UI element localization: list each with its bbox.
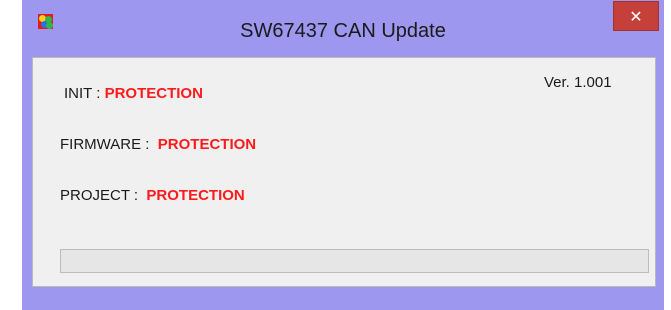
client-area: Ver. 1.001 INIT : PROTECTION FIRMWARE : … [32, 57, 656, 287]
close-button[interactable]: ✕ [613, 1, 659, 31]
init-value: PROTECTION [104, 85, 203, 102]
firmware-value: PROTECTION [157, 136, 257, 153]
update-progress-bar [60, 249, 649, 273]
project-label: PROJECT : [60, 187, 143, 204]
firmware-status: FIRMWARE : PROTECTION [60, 136, 256, 153]
close-icon: ✕ [629, 6, 643, 26]
project-status: PROJECT : PROTECTION [60, 187, 245, 204]
update-window: SW67437 CAN Update ✕ Ver. 1.001 INIT : P… [22, 0, 664, 310]
version-label: Ver. 1.001 [544, 74, 612, 91]
init-label: INIT : [64, 85, 105, 102]
init-status: INIT : PROTECTION [64, 85, 203, 102]
window-title: SW67437 CAN Update [240, 20, 446, 42]
firmware-label: FIRMWARE : [60, 136, 154, 153]
title-bar[interactable]: SW67437 CAN Update ✕ [22, 0, 664, 57]
project-value: PROTECTION [146, 187, 245, 204]
